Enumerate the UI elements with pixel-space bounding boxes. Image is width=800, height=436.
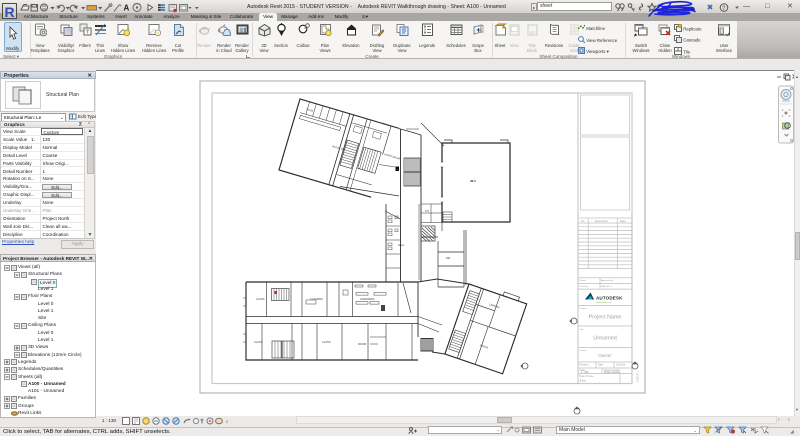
svg-text:Project Name: Project Name [589,315,622,321]
svg-text:Date: Date [598,364,604,367]
svg-text:No.: No. [581,219,585,223]
svg-text:GYM: GYM [470,179,476,183]
svg-text:MM/DD/YY: MM/DD/YY [601,286,612,288]
svg-text:‹: ‹ [226,419,228,425]
svg-text:Description: Description [595,219,609,223]
svg-text:CAFETERIA: CAFETERIA [360,297,375,301]
svg-text:Date: Date [620,219,626,223]
svg-text:www.autodesk.com: www.autodesk.com [596,301,612,304]
svg-text:Unnamed: Unnamed [593,336,616,342]
svg-text:KIT: KIT [425,209,429,213]
svg-text:CLASSRM: CLASSRM [310,297,323,301]
svg-text:AUTODESK: AUTODESK [596,295,623,300]
svg-text:ROOM: ROOM [358,342,366,346]
svg-text:Revision: Revision [580,364,590,367]
svg-text:Approved by: Approved by [601,279,614,282]
svg-text:A 1xx: A 1xx [580,379,587,383]
svg-text:CLASS: CLASS [322,340,331,344]
svg-text:HALL: HALL [398,243,405,247]
svg-text:Date of issue: Date of issue [580,375,595,378]
svg-text:RM: RM [446,256,450,260]
svg-text:CLASS: CLASS [256,297,265,301]
svg-text:Owner: Owner [598,353,612,358]
svg-text:Project: Project [580,307,587,310]
svg-text:Drawn: Drawn [580,279,587,282]
svg-text:Project number: Project number [604,371,620,374]
svg-text:Owner: Owner [580,349,587,352]
svg-text:A100 OF 1: A100 OF 1 [637,370,640,382]
svg-text:Checked: Checked [580,286,589,288]
svg-text:CLASS: CLASS [254,340,263,344]
svg-text:A: A [124,3,130,12]
svg-text:10/28/14: 10/28/14 [616,364,626,367]
svg-text:1 : 130: 1 : 130 [581,371,589,374]
